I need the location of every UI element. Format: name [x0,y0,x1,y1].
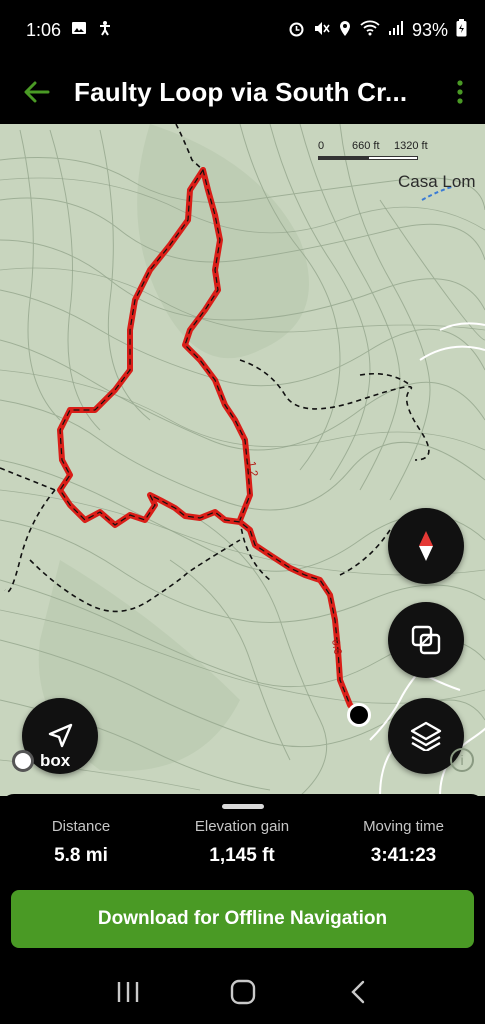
battery-percent: 93% [411,19,448,40]
wifi-icon [360,20,380,40]
layers-toggle-icon [411,625,441,655]
accessibility-icon [97,20,113,40]
scale-mid: 660 ft [352,140,380,152]
home-button[interactable] [213,967,273,1017]
compass-icon [419,531,433,561]
mute-icon [313,20,330,41]
status-time: 1:06 [26,19,62,40]
signal-icon [388,20,404,40]
arrow-left-icon [24,81,50,103]
home-icon [230,979,255,1005]
back-button[interactable] [0,60,74,124]
app-bar: Faulty Loop via South Cr... [0,60,485,124]
battery-icon [456,19,467,41]
map-scale: 0 660 ft 1320 ft [318,136,430,160]
location-icon [338,20,352,41]
more-options-button[interactable] [435,60,485,124]
more-vert-icon [457,80,463,104]
alarm-icon [288,20,305,41]
system-nav-bar [0,960,485,1024]
mapbox-logo-icon [12,750,34,772]
route-stats: Distance 5.8 mi Elevation gain 1,145 ft … [0,818,485,867]
scale-zero: 0 [318,140,325,152]
system-back-button[interactable] [328,967,388,1017]
stat-elevation-gain: Elevation gain 1,145 ft [194,818,290,866]
topo-terrain: 1.2 0.6 [0,124,485,796]
navigation-arrow-icon [48,723,73,748]
drag-handle[interactable] [222,804,264,809]
download-offline-button[interactable]: Download for Offline Navigation [11,890,474,948]
recents-button[interactable] [98,967,158,1017]
layers-icon [410,721,442,751]
status-bar: 1:06 93% [0,0,485,60]
stat-distance: Distance 5.8 mi [51,818,111,866]
recents-icon [117,982,138,1002]
mapbox-attribution[interactable]: box [12,750,70,772]
overlay-toggle-button[interactable] [388,602,464,678]
trail-map[interactable]: 1.2 0.6 0 660 ft 1320 ft Casa Lom box i [0,124,485,796]
scale-end: 1320 ft [394,140,428,152]
back-icon [350,980,364,1004]
compass-button[interactable] [388,508,464,584]
map-info-button[interactable]: i [450,748,474,772]
page-title: Faulty Loop via South Cr... [74,76,408,107]
stat-moving-time: Moving time 3:41:23 [363,818,444,866]
gallery-icon [71,20,87,40]
place-label: Casa Lom [398,172,476,191]
trail-end-marker [347,703,371,727]
